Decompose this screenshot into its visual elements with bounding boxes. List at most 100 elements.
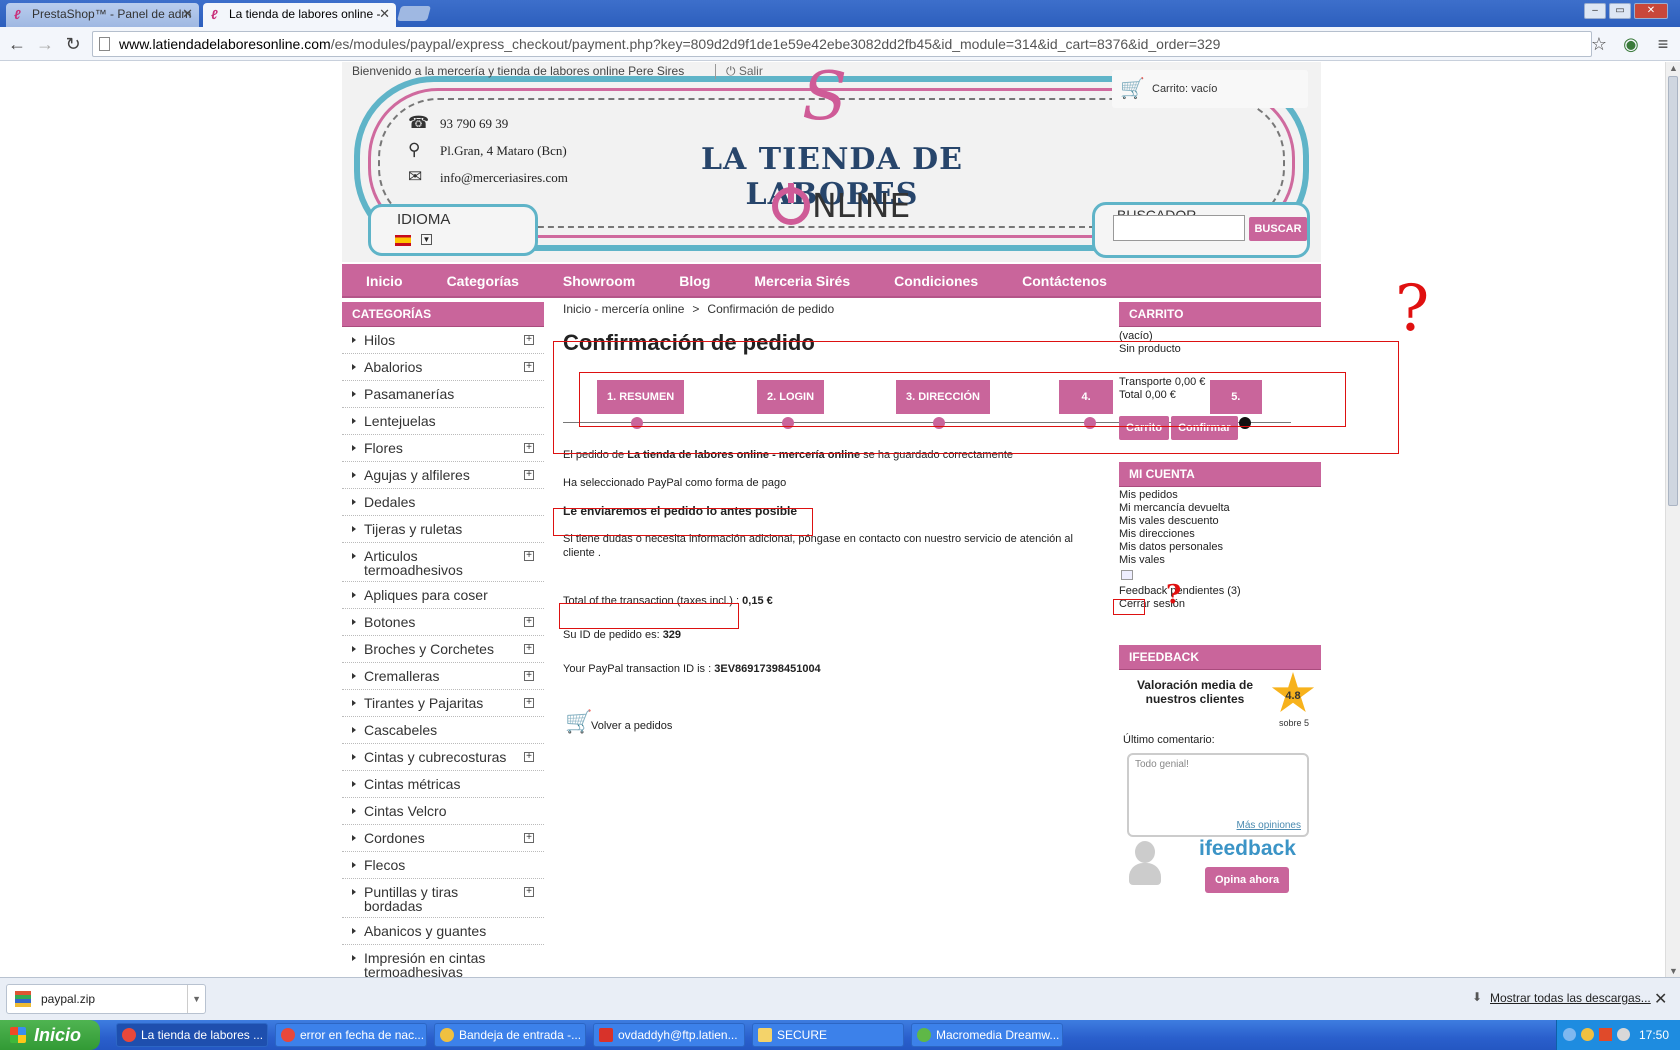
category-item[interactable]: Cintas Velcro: [342, 798, 544, 825]
close-window-button[interactable]: ✕: [1634, 3, 1668, 19]
address-bar[interactable]: www.latiendadelaboresonline.com/es/modul…: [92, 31, 1592, 57]
nav-inicio[interactable]: Inicio: [342, 264, 423, 298]
expand-plus-icon[interactable]: +: [524, 887, 534, 897]
vertical-scrollbar[interactable]: ▲ ▼: [1665, 62, 1680, 977]
taskbar-item-label: error en fecha de nac...: [300, 1028, 425, 1042]
show-all-downloads-link[interactable]: Mostrar todas las descargas...: [1472, 990, 1651, 1005]
taskbar-item-mail[interactable]: Bandeja de entrada -...: [434, 1023, 586, 1047]
maximize-button[interactable]: ▭: [1609, 3, 1631, 19]
close-tab-icon[interactable]: ✕: [182, 3, 193, 25]
annotation-box-total: [559, 603, 739, 629]
new-tab-button[interactable]: [396, 6, 432, 21]
wrench-menu-icon[interactable]: ≡: [1652, 33, 1674, 55]
category-item[interactable]: Flores +: [342, 435, 544, 462]
download-menu-caret-icon[interactable]: ▼: [187, 985, 201, 1013]
expand-plus-icon[interactable]: +: [524, 470, 534, 480]
extension-eye-icon[interactable]: ◉: [1620, 33, 1642, 55]
expand-plus-icon[interactable]: +: [524, 644, 534, 654]
expand-plus-icon[interactable]: +: [524, 698, 534, 708]
taskbar-item-filezilla[interactable]: ovdaddyh@ftp.latien...: [593, 1023, 745, 1047]
breadcrumb-home-link[interactable]: Inicio - mercería online: [563, 302, 684, 316]
logout-link[interactable]: ⏻ Salir: [715, 64, 763, 79]
category-item[interactable]: Cintas y cubrecosturas +: [342, 744, 544, 771]
tab-tienda-labores[interactable]: ℓ La tienda de labores online - ✕: [203, 3, 396, 27]
expand-plus-icon[interactable]: +: [524, 335, 534, 345]
category-item[interactable]: Cremalleras +: [342, 663, 544, 690]
bookmark-star-icon[interactable]: ☆: [1588, 33, 1610, 55]
category-item[interactable]: Impresión en cintas termoadhesivas: [342, 945, 544, 977]
category-item[interactable]: Lentejuelas: [342, 408, 544, 435]
taskbar-item-chrome-tienda[interactable]: La tienda de labores ...: [116, 1023, 268, 1047]
account-link[interactable]: Mis vales descuento: [1119, 515, 1321, 528]
feedback-pending-link[interactable]: Feedback pendientes (3): [1119, 585, 1321, 598]
scroll-up-arrow-icon[interactable]: ▲: [1669, 63, 1678, 73]
tray-volume-icon[interactable]: [1617, 1028, 1630, 1041]
category-item[interactable]: Tijeras y ruletas: [342, 516, 544, 543]
taskbar-item-chrome-error[interactable]: error en fecha de nac...: [275, 1023, 427, 1047]
category-item[interactable]: Hilos +: [342, 327, 544, 354]
account-link[interactable]: Mis datos personales: [1119, 541, 1321, 554]
tab-prestashop[interactable]: ℓ PrestaShop™ - Panel de adm ✕: [6, 3, 199, 27]
scroll-down-arrow-icon[interactable]: ▼: [1669, 966, 1678, 976]
reload-icon[interactable]: ↻: [62, 33, 84, 55]
language-dropdown-icon[interactable]: ▼: [421, 234, 432, 245]
back-to-orders-label: Volver a pedidos: [591, 720, 673, 732]
category-item[interactable]: Tirantes y Pajaritas +: [342, 690, 544, 717]
category-item[interactable]: Apliques para coser: [342, 582, 544, 609]
nav-merceria[interactable]: Merceria Sirés: [730, 264, 870, 298]
expand-plus-icon[interactable]: +: [524, 362, 534, 372]
back-to-orders-link[interactable]: 🛒 Volver a pedidos: [563, 711, 1073, 736]
logout-session-link[interactable]: Cerrar sesión: [1119, 598, 1321, 611]
nav-categorias[interactable]: Categorías: [423, 264, 539, 298]
more-reviews-link[interactable]: Más opiniones: [1237, 820, 1301, 831]
nav-contactenos[interactable]: Contáctenos: [998, 264, 1127, 298]
account-link[interactable]: Mis direcciones: [1119, 528, 1321, 541]
category-item[interactable]: Flecos: [342, 852, 544, 879]
search-input[interactable]: [1113, 215, 1245, 241]
expand-plus-icon[interactable]: +: [524, 617, 534, 627]
category-item[interactable]: Articulos termoadhesivos +: [342, 543, 544, 582]
account-link[interactable]: Mis vales: [1119, 554, 1321, 567]
search-button[interactable]: BUSCAR: [1249, 217, 1307, 241]
download-item[interactable]: paypal.zip ▼: [6, 984, 206, 1014]
language-selector[interactable]: IDIOMA ▼: [368, 204, 538, 256]
category-item[interactable]: Puntillas y tiras bordadas +: [342, 879, 544, 918]
nav-showroom[interactable]: Showroom: [539, 264, 655, 298]
tray-bluetooth-icon[interactable]: [1581, 1028, 1594, 1041]
nav-condiciones[interactable]: Condiciones: [870, 264, 998, 298]
expand-plus-icon[interactable]: +: [524, 443, 534, 453]
close-download-bar-icon[interactable]: ✕: [1654, 989, 1667, 1009]
expand-plus-icon[interactable]: +: [524, 671, 534, 681]
category-item[interactable]: Agujas y alfileres +: [342, 462, 544, 489]
opina-ahora-button[interactable]: Opina ahora: [1205, 867, 1290, 893]
category-item[interactable]: Cascabeles: [342, 717, 544, 744]
category-item[interactable]: Broches y Corchetes +: [342, 636, 544, 663]
account-link[interactable]: Mis pedidos: [1119, 489, 1321, 502]
tray-network-icon[interactable]: [1563, 1028, 1576, 1041]
back-arrow-icon[interactable]: ←: [6, 33, 28, 55]
account-link[interactable]: Mi mercancía devuelta: [1119, 502, 1321, 515]
minimize-button[interactable]: –: [1584, 3, 1606, 19]
spain-flag-icon[interactable]: [395, 235, 411, 246]
close-tab-icon[interactable]: ✕: [379, 3, 390, 25]
category-item[interactable]: Dedales: [342, 489, 544, 516]
order-id: Su ID de pedido es: 329: [563, 628, 1073, 642]
scrollbar-thumb[interactable]: [1668, 76, 1678, 506]
expand-plus-icon[interactable]: +: [524, 833, 534, 843]
category-item[interactable]: Cordones +: [342, 825, 544, 852]
taskbar-item-folder[interactable]: SECURE: [752, 1023, 904, 1047]
email-text: info@merceriasires.com: [440, 170, 568, 185]
category-item[interactable]: Pasamanerías: [342, 381, 544, 408]
nav-blog[interactable]: Blog: [655, 264, 730, 298]
tray-warning-icon[interactable]: [1599, 1028, 1612, 1041]
forward-arrow-icon[interactable]: →: [34, 33, 56, 55]
header-cart[interactable]: 🛒 Carrito: vacío: [1112, 70, 1308, 108]
category-item[interactable]: Abalorios +: [342, 354, 544, 381]
start-button[interactable]: Inicio: [0, 1020, 100, 1050]
expand-plus-icon[interactable]: +: [524, 752, 534, 762]
expand-plus-icon[interactable]: +: [524, 551, 534, 561]
category-item[interactable]: Botones +: [342, 609, 544, 636]
taskbar-item-dreamweaver[interactable]: Macromedia Dreamw...: [911, 1023, 1063, 1047]
category-item[interactable]: Cintas métricas: [342, 771, 544, 798]
category-item[interactable]: Abanicos y guantes: [342, 918, 544, 945]
